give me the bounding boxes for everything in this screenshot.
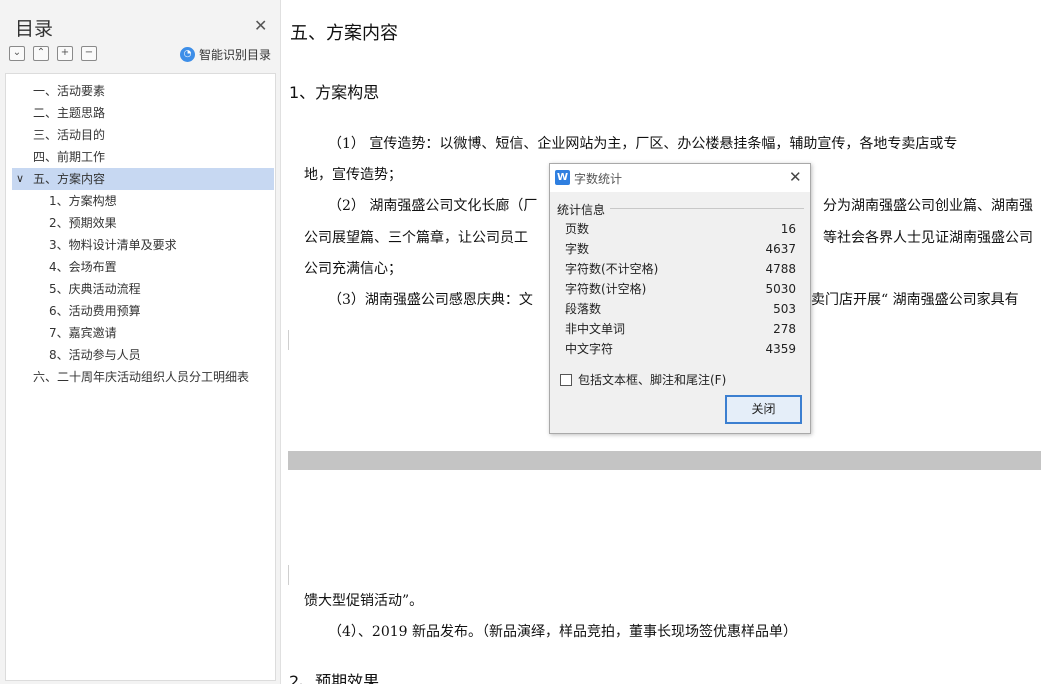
toc-list: 一、活动要素 二、主题思路 三、活动目的 四、前期工作 ∨ 五、方案内容 1、方… xyxy=(6,80,275,388)
stat-row: 字符数(计空格) 5030 xyxy=(565,280,796,300)
close-icon[interactable]: ✕ xyxy=(254,16,267,35)
toc-panel: 一、活动要素 二、主题思路 三、活动目的 四、前期工作 ∨ 五、方案内容 1、方… xyxy=(5,73,276,681)
body-line: 公司展望篇、三个篇章，让公司员工 xyxy=(304,230,528,246)
stat-label: 字符数(不计空格) xyxy=(565,262,659,276)
toc-item-active[interactable]: ∨ 五、方案内容 xyxy=(12,168,274,190)
stat-row: 字数 4637 xyxy=(565,240,796,260)
stats-list: 页数 16 字数 4637 字符数(不计空格) 4788 字符数(计空格) 50… xyxy=(565,220,796,360)
toc-item[interactable]: 六、二十周年庆活动组织人员分工明细表 xyxy=(6,366,275,388)
body-line: 地，宣传造势； xyxy=(304,167,402,183)
include-textbox-footnotes-checkbox[interactable]: 包括文本框、脚注和尾注(F) xyxy=(560,371,726,388)
collapse-icon[interactable]: ⌃ xyxy=(33,46,49,61)
toc-item[interactable]: 一、活动要素 xyxy=(6,80,275,102)
group-divider xyxy=(610,208,804,209)
wps-writer-icon: W xyxy=(555,170,570,185)
page-break xyxy=(288,451,1041,470)
toc-sidebar: 目录 ✕ ⌄ ⌃ + − ◔ 智能识别目录 一、活动要素 二、主题思路 三、活动… xyxy=(0,0,281,684)
expand-all-icon[interactable]: ⌄ xyxy=(9,46,25,61)
stat-row: 字符数(不计空格) 4788 xyxy=(565,260,796,280)
stat-row: 中文字符 4359 xyxy=(565,340,796,360)
toc-item[interactable]: 6、活动费用预算 xyxy=(6,300,275,322)
stat-row: 段落数 503 xyxy=(565,300,796,320)
subsection-heading: 2、预期效果 xyxy=(289,672,380,684)
stat-value: 4637 xyxy=(765,242,796,256)
remove-level-icon[interactable]: − xyxy=(81,46,97,61)
stats-group-label: 统计信息 xyxy=(557,203,606,217)
toc-item[interactable]: 5、庆典活动流程 xyxy=(6,278,275,300)
subsection-heading: 1、方案构思 xyxy=(289,83,380,102)
stat-value: 4359 xyxy=(765,342,796,356)
stat-row: 页数 16 xyxy=(565,220,796,240)
toc-item[interactable]: 三、活动目的 xyxy=(6,124,275,146)
body-line: 公司充满信心； xyxy=(304,261,402,277)
body-line: 馈大型促销活动”。 xyxy=(304,593,424,609)
smart-toc-button[interactable]: ◔ 智能识别目录 xyxy=(180,46,271,63)
body-line: （4）、2019 新品发布。（新品演绎，样品竞拍，董事长现场签优惠样品单） xyxy=(328,624,797,640)
stat-value: 16 xyxy=(780,222,796,236)
stat-label: 段落数 xyxy=(565,302,602,316)
toc-item[interactable]: 四、前期工作 xyxy=(6,146,275,168)
page-margin-mark xyxy=(288,330,289,350)
add-level-icon[interactable]: + xyxy=(57,46,73,61)
toc-item[interactable]: 4、会场布置 xyxy=(6,256,275,278)
stat-value: 5030 xyxy=(765,282,796,296)
checkbox-box[interactable] xyxy=(560,373,572,386)
stat-label: 页数 xyxy=(565,222,590,236)
close-button[interactable]: 关闭 xyxy=(725,395,802,424)
stat-value: 278 xyxy=(773,322,796,336)
page-margin-mark xyxy=(288,565,289,585)
stat-row: 非中文单词 278 xyxy=(565,320,796,340)
smart-recognize-icon: ◔ xyxy=(180,47,195,62)
body-line: 分为湖南强盛公司创业篇、湖南强 xyxy=(823,198,1033,214)
stat-value: 4788 xyxy=(765,262,796,276)
body-line: （2） 湖南强盛公司文化长廊（厂 xyxy=(328,198,538,214)
word-count-dialog: W 字数统计 ✕ 统计信息 页数 16 字数 4637 字符数(不计空格) 47… xyxy=(549,163,811,434)
toc-item[interactable]: 3、物料设计清单及要求 xyxy=(6,234,275,256)
toc-item[interactable]: 二、主题思路 xyxy=(6,102,275,124)
body-line: （3）湖南强盛公司感恩庆典：文 xyxy=(328,292,533,308)
stat-label: 字符数(计空格) xyxy=(565,282,647,296)
stat-label: 字数 xyxy=(565,242,590,256)
stat-label: 中文字符 xyxy=(565,342,614,356)
section-heading: 五、方案内容 xyxy=(290,23,398,44)
toc-item[interactable]: 8、活动参与人员 xyxy=(6,344,275,366)
stat-value: 503 xyxy=(773,302,796,316)
chevron-down-icon[interactable]: ∨ xyxy=(16,168,24,190)
dialog-titlebar[interactable]: W 字数统计 ✕ xyxy=(550,164,810,192)
body-line: 卖门店开展“ 湖南强盛公司家具有 xyxy=(811,292,1019,308)
body-line: （1） 宣传造势：以微博、短信、企业网站为主，厂区、办公楼悬挂条幅，辅助宣传，各… xyxy=(328,136,958,152)
stat-label: 非中文单词 xyxy=(565,322,626,336)
toc-item[interactable]: 7、嘉宾邀请 xyxy=(6,322,275,344)
toc-item[interactable]: 2、预期效果 xyxy=(6,212,275,234)
toc-item[interactable]: 1、方案构想 xyxy=(6,190,275,212)
checkbox-label: 包括文本框、脚注和尾注(F) xyxy=(578,373,727,387)
smart-toc-label: 智能识别目录 xyxy=(199,48,272,62)
toc-toolbar: ⌄ ⌃ + − xyxy=(9,46,97,61)
toc-title: 目录 xyxy=(15,18,54,40)
body-line: 等社会各界人士见证湖南强盛公司 xyxy=(823,230,1033,246)
dialog-title: 字数统计 xyxy=(574,172,623,186)
close-icon[interactable]: ✕ xyxy=(789,168,802,186)
